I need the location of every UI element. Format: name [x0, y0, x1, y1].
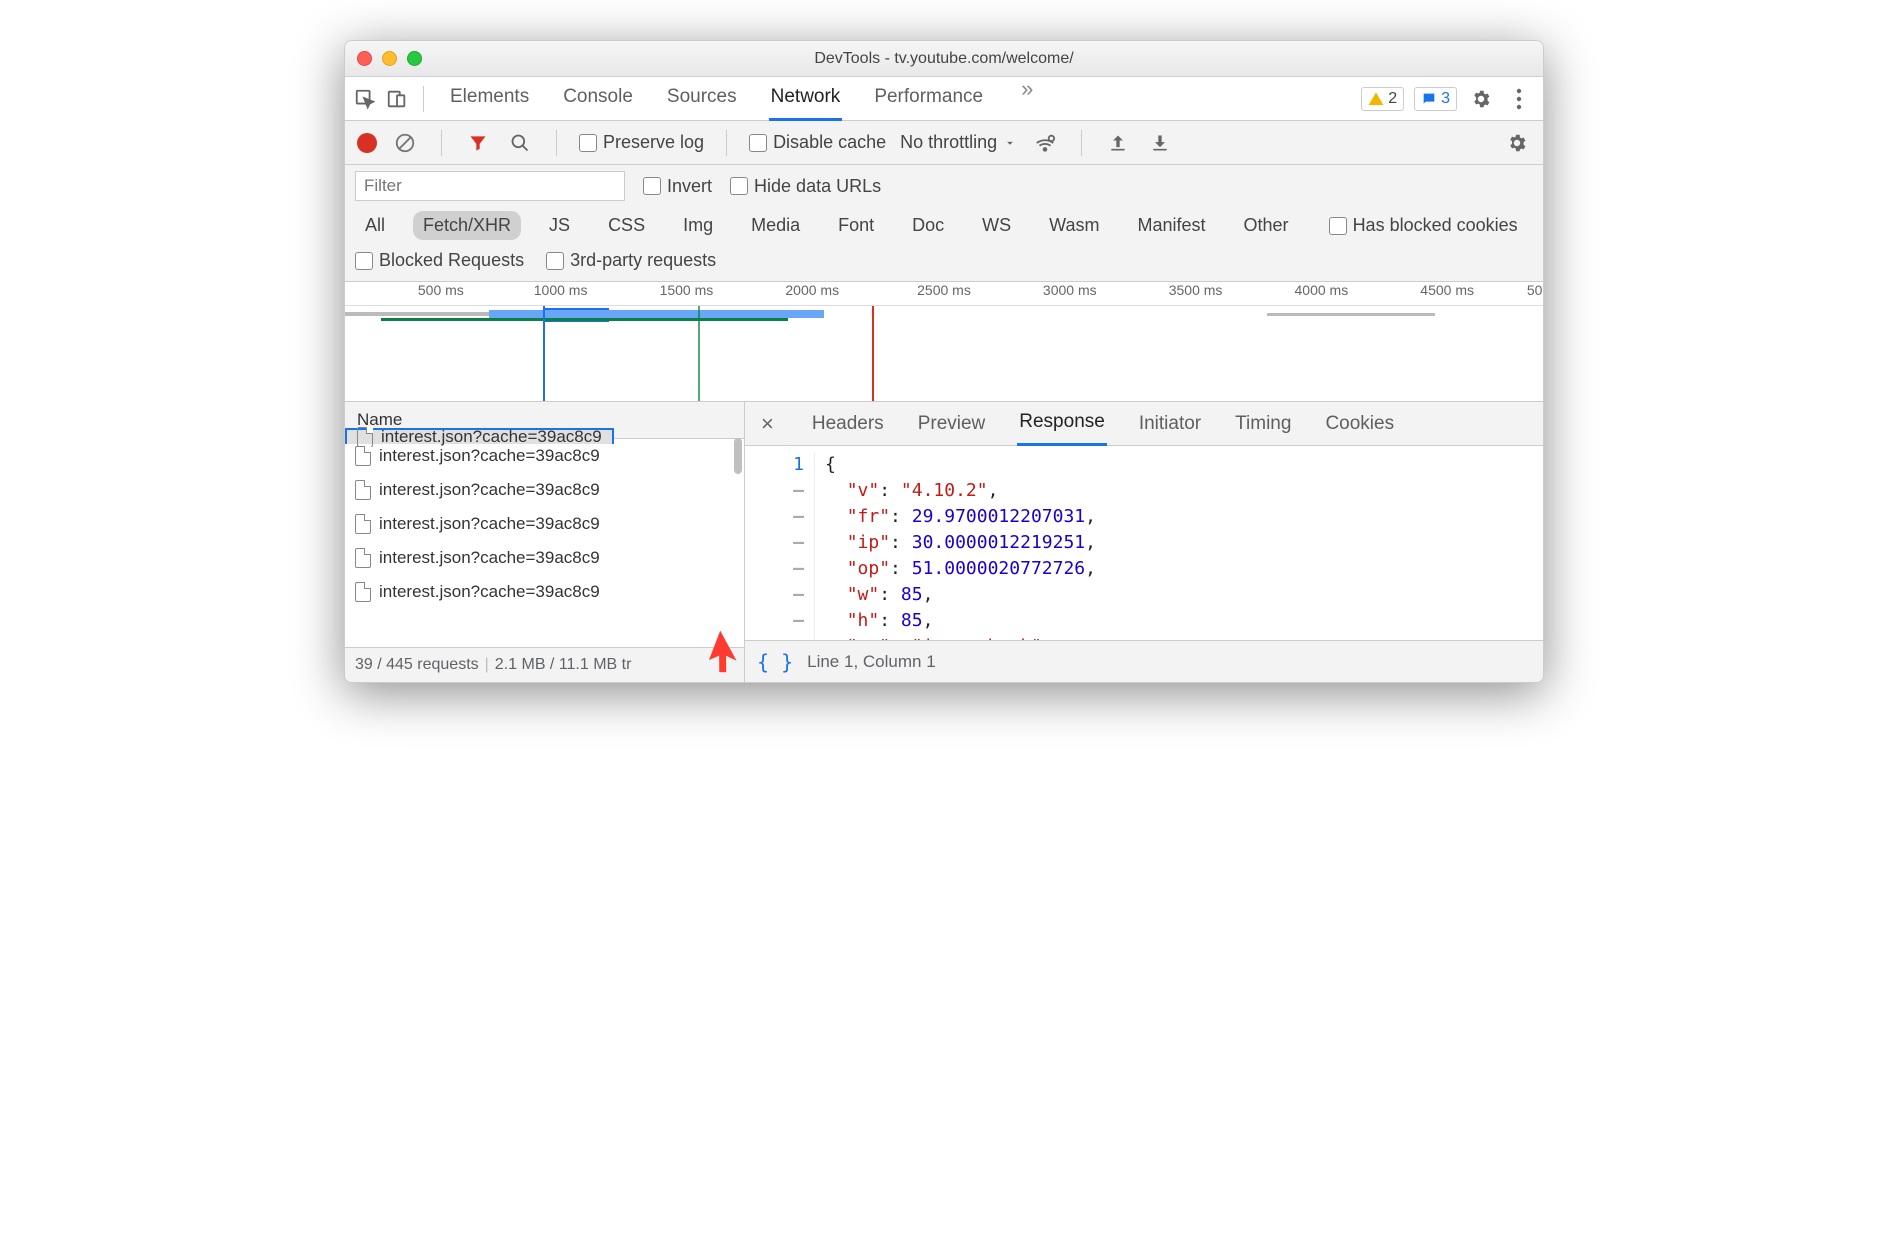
detail-panel: × Headers Preview Response Initiator Tim…: [745, 402, 1543, 682]
file-icon: [355, 548, 371, 568]
kebab-menu-icon[interactable]: [1505, 85, 1533, 113]
titlebar: DevTools - tv.youtube.com/welcome/: [345, 41, 1543, 77]
third-party-checkbox[interactable]: 3rd-party requests: [546, 250, 716, 271]
tab-headers[interactable]: Headers: [810, 403, 886, 445]
chip-font[interactable]: Font: [828, 211, 884, 240]
main-tabbar: Elements Console Sources Network Perform…: [345, 77, 1543, 121]
zoom-window-button[interactable]: [407, 51, 422, 66]
file-icon: [355, 446, 371, 466]
filter-area: Invert Hide data URLs All Fetch/XHR JS C…: [345, 165, 1543, 282]
tab-console[interactable]: Console: [561, 76, 635, 121]
tick-label: 3000 ms: [1043, 282, 1097, 298]
messages-count: 3: [1441, 90, 1450, 108]
tick-label: 4000 ms: [1295, 282, 1349, 298]
network-settings-gear-icon[interactable]: [1503, 129, 1531, 157]
network-toolbar: Preserve log Disable cache No throttling: [345, 121, 1543, 165]
panel-tabs: Elements Console Sources Network Perform…: [436, 76, 1357, 121]
tab-performance[interactable]: Performance: [872, 76, 985, 121]
minimize-window-button[interactable]: [382, 51, 397, 66]
request-row[interactable]: interest.json?cache=39ac8c9: [345, 541, 744, 575]
tab-sources[interactable]: Sources: [665, 76, 739, 121]
window-controls: [357, 51, 422, 66]
annotation-arrow-icon: [701, 629, 747, 680]
main-split: Name interest.json?cache=39ac8c9 interes…: [345, 402, 1543, 682]
window-title: DevTools - tv.youtube.com/welcome/: [345, 50, 1543, 68]
request-row[interactable]: interest.json?cache=39ac8c9: [345, 473, 744, 507]
inspect-element-icon[interactable]: [351, 85, 379, 113]
settings-gear-icon[interactable]: [1467, 85, 1495, 113]
tick-label: 500 ms: [418, 282, 464, 298]
has-blocked-cookies-checkbox[interactable]: Has blocked cookies: [1329, 215, 1518, 236]
invert-checkbox[interactable]: Invert: [643, 176, 712, 197]
clear-icon[interactable]: [391, 129, 419, 157]
detail-tabs: × Headers Preview Response Initiator Tim…: [745, 402, 1543, 446]
messages-badge[interactable]: 3: [1414, 87, 1457, 111]
upload-har-icon[interactable]: [1104, 129, 1132, 157]
chip-media[interactable]: Media: [741, 211, 810, 240]
warnings-count: 2: [1388, 90, 1397, 108]
filter-input[interactable]: [355, 171, 625, 201]
request-row[interactable]: interest.json?cache=39ac8c9: [345, 507, 744, 541]
tick-label: 50: [1527, 282, 1543, 298]
disable-cache-checkbox[interactable]: Disable cache: [749, 132, 886, 153]
request-list-panel: Name interest.json?cache=39ac8c9 interes…: [345, 402, 745, 682]
tab-network[interactable]: Network: [769, 76, 843, 121]
devtools-window: DevTools - tv.youtube.com/welcome/ Eleme…: [344, 40, 1544, 683]
chip-manifest[interactable]: Manifest: [1128, 211, 1216, 240]
tick-label: 2000 ms: [785, 282, 839, 298]
chip-css[interactable]: CSS: [598, 211, 655, 240]
scrollbar-thumb[interactable]: [734, 438, 742, 474]
file-icon: [355, 514, 371, 534]
search-icon[interactable]: [506, 129, 534, 157]
tab-preview[interactable]: Preview: [916, 403, 988, 445]
type-filter-chips: All Fetch/XHR JS CSS Img Media Font Doc …: [355, 211, 1533, 240]
chip-js[interactable]: JS: [539, 211, 580, 240]
response-statusbar: { } Line 1, Column 1: [745, 640, 1543, 682]
pretty-print-button[interactable]: { }: [757, 652, 793, 672]
tick-label: 1500 ms: [660, 282, 714, 298]
chip-img[interactable]: Img: [673, 211, 723, 240]
preserve-log-checkbox[interactable]: Preserve log: [579, 132, 704, 153]
tab-timing[interactable]: Timing: [1233, 403, 1293, 445]
request-row[interactable]: interest.json?cache=39ac8c9: [345, 575, 744, 609]
tab-cookies[interactable]: Cookies: [1323, 403, 1396, 445]
hide-data-urls-checkbox[interactable]: Hide data URLs: [730, 176, 881, 197]
chip-all[interactable]: All: [355, 211, 395, 240]
tab-initiator[interactable]: Initiator: [1137, 403, 1203, 445]
record-button[interactable]: [357, 133, 377, 153]
blocked-requests-checkbox[interactable]: Blocked Requests: [355, 250, 524, 271]
filter-funnel-icon[interactable]: [464, 129, 492, 157]
device-toolbar-icon[interactable]: [383, 85, 411, 113]
tab-elements[interactable]: Elements: [448, 76, 531, 121]
file-icon: [355, 582, 371, 602]
requests-summary: 39 / 445 requests | 2.1 MB / 11.1 MB tr: [345, 647, 744, 682]
warnings-badge[interactable]: 2: [1361, 87, 1404, 111]
tick-label: 4500 ms: [1420, 282, 1474, 298]
file-icon: [355, 480, 371, 500]
chip-wasm[interactable]: Wasm: [1039, 211, 1109, 240]
request-row[interactable]: interest.json?cache=39ac8c9: [345, 439, 614, 444]
tick-label: 2500 ms: [917, 282, 971, 298]
chip-fetch-xhr[interactable]: Fetch/XHR: [413, 211, 521, 240]
download-har-icon[interactable]: [1146, 129, 1174, 157]
network-conditions-icon[interactable]: [1031, 129, 1059, 157]
cursor-position: Line 1, Column 1: [807, 652, 936, 672]
more-tabs-icon[interactable]: »: [1015, 76, 1039, 121]
tick-label: 3500 ms: [1169, 282, 1223, 298]
chip-other[interactable]: Other: [1234, 211, 1299, 240]
timeline-overview[interactable]: 500 ms 1000 ms 1500 ms 2000 ms 2500 ms 3…: [345, 282, 1543, 402]
tick-label: 1000 ms: [534, 282, 588, 298]
response-body[interactable]: 1 –––––––– { "v": "4.10.2", "fr": 29.970…: [745, 446, 1543, 640]
throttling-select[interactable]: No throttling: [900, 132, 1017, 153]
close-detail-icon[interactable]: ×: [755, 411, 780, 437]
chip-ws[interactable]: WS: [972, 211, 1021, 240]
request-list[interactable]: interest.json?cache=39ac8c9 interest.jso…: [345, 439, 744, 647]
chip-doc[interactable]: Doc: [902, 211, 954, 240]
tab-response[interactable]: Response: [1017, 401, 1107, 446]
close-window-button[interactable]: [357, 51, 372, 66]
